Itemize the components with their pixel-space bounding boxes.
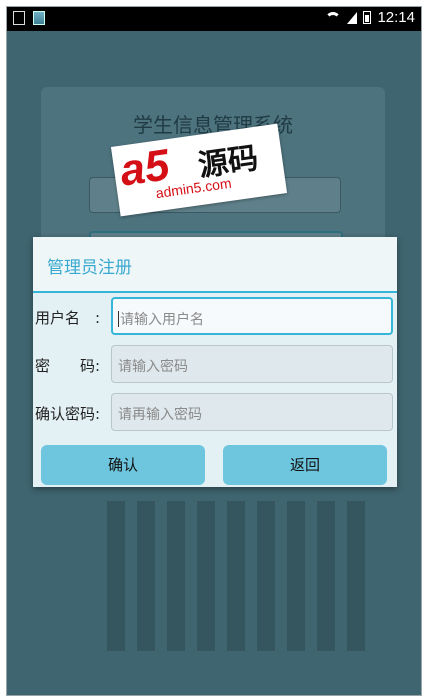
password-row: 密 码: 请输入密码: [33, 343, 397, 385]
background-pattern: [107, 501, 367, 651]
status-right: 12:14: [325, 9, 415, 26]
confirm-password-input[interactable]: 请再输入密码: [111, 393, 393, 431]
wifi-icon: [325, 11, 342, 24]
text-caret: [118, 311, 119, 327]
username-row: 用户名 : 请输入用户名: [33, 295, 397, 337]
sim-icon: [13, 11, 25, 25]
image-icon: [33, 11, 45, 25]
register-dialog: 管理员注册 用户名 : 请输入用户名 密 码: 请输入密码 确认密码: 请再输入…: [33, 237, 397, 487]
confirm-password-placeholder: 请再输入密码: [118, 407, 202, 423]
confirm-password-row: 确认密码: 请再输入密码: [33, 391, 397, 433]
dialog-title: 管理员注册: [47, 258, 132, 278]
username-input[interactable]: 请输入用户名: [111, 297, 393, 335]
confirm-button[interactable]: 确认: [41, 445, 205, 485]
status-time: 12:14: [377, 9, 415, 26]
dialog-header: 管理员注册: [33, 237, 397, 293]
username-label: 用户名 :: [35, 309, 101, 327]
back-button[interactable]: 返回: [223, 445, 387, 485]
battery-icon: [363, 11, 372, 24]
confirm-password-label: 确认密码:: [35, 405, 101, 423]
password-placeholder: 请输入密码: [118, 359, 188, 375]
device-frame: 12:14 学生信息管理系统 a5 源码 admin5.com 管理员注册 用户…: [6, 6, 422, 696]
status-bar: 12:14: [7, 7, 421, 31]
password-label: 密 码:: [35, 357, 101, 375]
password-input[interactable]: 请输入密码: [111, 345, 393, 383]
signal-icon: [347, 11, 358, 24]
username-placeholder: 请输入用户名: [120, 312, 204, 328]
status-left-icons: [13, 11, 45, 25]
